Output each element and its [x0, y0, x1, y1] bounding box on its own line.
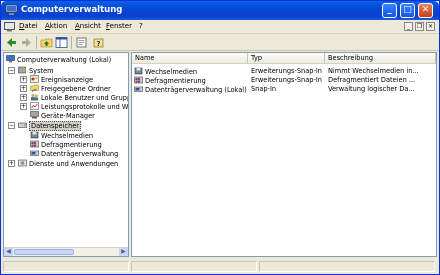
- cell-description: Defragmentiert Dateien ...: [328, 76, 416, 84]
- tree-horizontal-scrollbar[interactable]: ◀ ▶: [4, 247, 128, 256]
- status-field: [259, 261, 435, 272]
- cell-type: Snap-In: [251, 85, 277, 93]
- menu-bar: Datei Aktion Ansicht Fenster ? _ ❐ ×: [1, 20, 439, 34]
- cell-type: Erweiterungs-Snap-In: [251, 67, 322, 75]
- toolbar-separator: [36, 36, 37, 49]
- properties-icon[interactable]: [75, 36, 88, 49]
- status-field: [131, 261, 257, 272]
- disk-management-icon: [134, 86, 143, 92]
- tree-item-shared-folders[interactable]: Freigegebene Ordner: [30, 84, 111, 93]
- cell-name: Datenträgerverwaltung (Lokal): [134, 85, 248, 95]
- computer-management-icon: [6, 55, 15, 63]
- services-icon: [18, 159, 27, 167]
- tree-root-label: Computerverwaltung (Lokal): [17, 56, 112, 64]
- tree-expand-services[interactable]: +: [8, 160, 15, 167]
- removable-media-icon: [134, 67, 143, 75]
- tree-item-local-users[interactable]: Lokale Benutzer und Gruppen: [30, 93, 128, 102]
- title-bar[interactable]: Computerverwaltung _ □ ✕: [1, 1, 439, 20]
- tree-item-label: Dienste und Anwendungen: [29, 160, 119, 168]
- results-list[interactable]: Name Typ Beschreibung Wechselmedien Erwe…: [131, 52, 437, 257]
- event-viewer-icon: [30, 75, 39, 83]
- list-row[interactable]: Wechselmedien Erweiterungs-Snap-In Nimmt…: [132, 67, 436, 76]
- list-row[interactable]: Defragmentierung Erweiterungs-Snap-In De…: [132, 76, 436, 85]
- child-close-button[interactable]: ×: [426, 22, 435, 31]
- help-icon[interactable]: ?: [92, 36, 105, 49]
- removable-media-icon: [30, 131, 39, 139]
- child-minimize-button[interactable]: _: [404, 22, 413, 31]
- status-bar: [1, 259, 439, 274]
- tree-item-removable-media[interactable]: Wechselmedien: [30, 131, 93, 140]
- cell-description: Nimmt Wechselmedien in...: [328, 67, 419, 75]
- tree-item-device-manager[interactable]: Geräte-Manager: [30, 111, 95, 120]
- tree-item-performance-logs[interactable]: Leistungsprotokolle und Warnungen: [30, 102, 129, 111]
- column-header-name[interactable]: Name: [132, 53, 248, 64]
- storage-icon: [18, 122, 27, 128]
- tree-expand-shared-folders[interactable]: +: [20, 85, 27, 92]
- tree-item-label: Geräte-Manager: [41, 112, 95, 120]
- menu-datei[interactable]: Datei: [19, 22, 38, 30]
- status-field: [3, 261, 129, 272]
- row-name-label: Defragmentierung: [145, 77, 206, 85]
- tree-item-system[interactable]: System: [18, 66, 54, 75]
- menu-fenster[interactable]: Fenster: [106, 22, 132, 30]
- console-tree[interactable]: Computerverwaltung (Lokal) − System + Er…: [3, 52, 129, 257]
- tree-item-label: Freigegebene Ordner: [41, 85, 111, 93]
- child-restore-button[interactable]: ❐: [415, 22, 424, 31]
- toolbar: ?: [1, 34, 439, 51]
- row-name-label: Wechselmedien: [145, 68, 198, 76]
- computer-management-icon: [5, 4, 18, 15]
- tree-expand-event-viewer[interactable]: +: [20, 76, 27, 83]
- up-folder-icon[interactable]: [40, 36, 53, 49]
- minimize-button[interactable]: _: [382, 3, 397, 18]
- forward-arrow-icon[interactable]: [20, 36, 33, 49]
- defragmentation-icon: [134, 76, 143, 84]
- scroll-left-arrow-icon[interactable]: ◀: [4, 248, 13, 256]
- tree-item-label: Ereignisanzeige: [41, 76, 94, 84]
- row-name-label: Datenträgerverwaltung (Lokal): [145, 86, 247, 94]
- show-hide-tree-icon[interactable]: [55, 36, 68, 49]
- tree-collapse-system[interactable]: −: [8, 67, 15, 74]
- column-header-type[interactable]: Typ: [248, 53, 325, 64]
- tree-item-label: Defragmentierung: [41, 141, 102, 149]
- tree-item-event-viewer[interactable]: Ereignisanzeige: [30, 75, 93, 84]
- tree-item-storage[interactable]: Datenspeicher: [18, 121, 82, 131]
- window-title: Computerverwaltung: [21, 5, 123, 15]
- menu-aktion[interactable]: Aktion: [45, 22, 67, 30]
- maximize-button[interactable]: □: [400, 3, 415, 18]
- tree-item-disk-management[interactable]: Datenträgerverwaltung: [30, 149, 118, 158]
- performance-logs-icon: [30, 102, 39, 110]
- svg-text:?: ?: [97, 40, 101, 48]
- close-button[interactable]: ✕: [418, 3, 433, 18]
- tree-expand-local-users[interactable]: +: [20, 94, 27, 101]
- tree-item-services[interactable]: Dienste und Anwendungen: [18, 159, 118, 168]
- scrollbar-thumb[interactable]: [14, 249, 74, 255]
- tree-item-label: Lokale Benutzer und Gruppen: [41, 94, 128, 102]
- cell-description: Verwaltung logischer Da...: [328, 85, 415, 93]
- defragmentation-icon: [30, 140, 39, 148]
- tree-item-label: Wechselmedien: [41, 132, 94, 140]
- computer-management-window: Computerverwaltung _ □ ✕ Datei Aktion An…: [0, 0, 440, 275]
- list-row[interactable]: Datenträgerverwaltung (Lokal) Snap-In Ve…: [132, 85, 436, 94]
- tree-item-label: Datenträgerverwaltung: [41, 150, 119, 158]
- mmc-document-icon[interactable]: [4, 22, 15, 32]
- menu-ansicht[interactable]: Ansicht: [75, 22, 101, 30]
- menu-help[interactable]: ?: [139, 22, 143, 30]
- scroll-right-arrow-icon[interactable]: ▶: [119, 248, 128, 256]
- toolbar-separator: [71, 36, 72, 49]
- tree-root[interactable]: Computerverwaltung (Lokal): [6, 55, 111, 64]
- tree-collapse-storage[interactable]: −: [8, 122, 15, 129]
- disk-management-icon: [30, 150, 39, 156]
- tree-item-label: Leistungsprotokolle und Warnungen: [41, 103, 129, 111]
- back-arrow-icon[interactable]: [5, 36, 18, 49]
- cell-type: Erweiterungs-Snap-In: [251, 76, 322, 84]
- tree-item-defrag[interactable]: Defragmentierung: [30, 140, 102, 149]
- tree-item-label-selected: Datenspeicher: [29, 121, 82, 131]
- users-group-icon: [31, 93, 39, 101]
- device-manager-icon: [30, 111, 39, 119]
- shared-folder-icon: [30, 84, 39, 92]
- tree-expand-performance-logs[interactable]: +: [20, 103, 27, 110]
- column-header-description[interactable]: Beschreibung: [325, 53, 436, 64]
- tree-item-label: System: [29, 67, 54, 75]
- system-tools-icon: [18, 66, 27, 74]
